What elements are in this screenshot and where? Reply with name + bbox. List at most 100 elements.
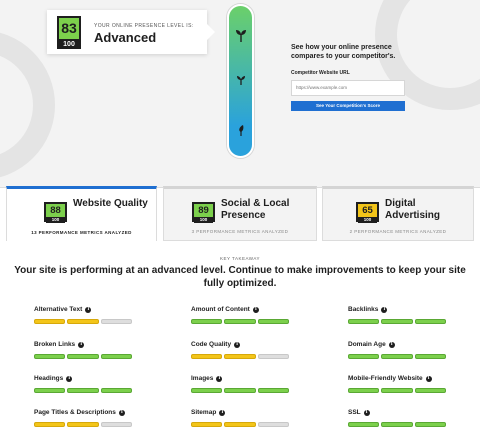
competitor-url-label: Competitor Website URL: [291, 69, 350, 76]
tab-score-badge: 88 100: [44, 202, 67, 223]
metric-headings: Headings i: [34, 375, 132, 393]
metric-score-bar: [191, 319, 289, 324]
metric-score-bar: [191, 354, 289, 359]
tab-score-max: 100: [46, 217, 65, 223]
plant-intermediate-icon: [229, 73, 252, 88]
tab-digital-advertising[interactable]: 65 100 Digital Advertising 2 PERFORMANCE…: [322, 186, 474, 241]
score-bar-segment: [381, 319, 413, 324]
metric-alternative-text: Alternative Text i: [34, 306, 132, 324]
score-bar-segment: [191, 388, 223, 393]
score-bar-segment: [348, 422, 380, 427]
metric-images: Images i: [191, 375, 289, 393]
overall-score-max: 100: [59, 39, 79, 49]
metric-name: Domain Age: [348, 341, 386, 348]
metric-score-bar: [34, 388, 132, 393]
level-value: Advanced: [94, 30, 157, 45]
score-bar-segment: [257, 388, 289, 393]
tab-social-local-presence[interactable]: 89 100 Social & Local Presence 3 PERFORM…: [163, 186, 317, 241]
info-icon[interactable]: i: [118, 410, 125, 416]
metric-code-quality: Code Quality i: [191, 341, 289, 359]
metric-name: Alternative Text: [34, 306, 83, 313]
info-icon[interactable]: i: [381, 307, 388, 313]
metric-score-bar: [191, 422, 289, 427]
score-bar-segment: [257, 319, 289, 324]
tab-score-badge: 65 100: [356, 202, 379, 223]
metric-name: Backlinks: [348, 306, 379, 313]
tab-metrics-count: 2 PERFORMANCE METRICS ANALYZED: [349, 229, 447, 234]
score-bar-segment: [224, 422, 256, 427]
metric-name: Mobile-Friendly Website: [348, 375, 423, 382]
info-icon[interactable]: i: [425, 376, 432, 382]
see-competition-score-button[interactable]: See Your Competition's Score: [291, 100, 405, 111]
plant-beginner-icon: [229, 124, 252, 139]
competitor-url-input[interactable]: [291, 79, 405, 96]
score-bar-segment: [381, 354, 413, 359]
score-bar-segment: [414, 319, 446, 324]
info-icon[interactable]: i: [388, 342, 395, 348]
overall-score-badge: 83 100: [57, 16, 81, 49]
score-bar-segment: [381, 422, 413, 427]
key-takeaway-text: Your site is performing at an advanced l…: [14, 265, 466, 289]
compare-title: See how your online presence compares to…: [291, 44, 396, 61]
score-bar-segment: [100, 319, 132, 324]
tab-metrics-count: 13 PERFORMANCE METRICS ANALYZED: [31, 230, 132, 235]
tab-website-quality[interactable]: 88 100 Website Quality 13 PERFORMANCE ME…: [6, 186, 157, 241]
score-bar-segment: [348, 388, 380, 393]
score-bar-segment: [224, 354, 256, 359]
score-bar-segment: [100, 388, 132, 393]
score-bar-segment: [348, 354, 380, 359]
metric-name: SSL: [348, 409, 361, 416]
info-icon[interactable]: i: [234, 342, 241, 348]
metric-name: Amount of Content: [191, 306, 250, 313]
score-bar-segment: [257, 422, 289, 427]
presence-level-card: 83 100 YOUR ONLINE PRESENCE LEVEL IS: Ad…: [47, 10, 215, 54]
metric-name: Code Quality: [191, 341, 232, 348]
metric-name: Sitemap: [191, 409, 217, 416]
metric-mobile-friendly-website: Mobile-Friendly Website i: [348, 375, 446, 393]
score-bar-segment: [381, 388, 413, 393]
presence-level-meter: [227, 4, 254, 158]
metric-score-bar: [348, 354, 446, 359]
metric-page-titles-descriptions: Page Titles & Descriptions i: [34, 409, 132, 427]
tab-title: Digital Advertising: [385, 198, 441, 221]
score-bar-segment: [414, 354, 446, 359]
tab-score-badge: 89 100: [192, 202, 215, 223]
score-bar-segment: [100, 354, 132, 359]
tab-score-max: 100: [194, 217, 213, 223]
score-bar-segment: [414, 388, 446, 393]
info-icon[interactable]: i: [66, 376, 73, 382]
level-label: YOUR ONLINE PRESENCE LEVEL IS:: [94, 23, 194, 29]
metric-score-bar: [34, 319, 132, 324]
key-takeaway-label: KEY TAKEAWAY: [219, 256, 261, 261]
plant-advanced-icon: [229, 28, 252, 45]
tab-metrics-count: 3 PERFORMANCE METRICS ANALYZED: [191, 229, 289, 234]
score-bar-segment: [224, 319, 256, 324]
info-icon[interactable]: i: [216, 376, 223, 382]
score-bar-segment: [348, 319, 380, 324]
metric-sitemap: Sitemap i: [191, 409, 289, 427]
score-bar-segment: [257, 354, 289, 359]
score-bar-segment: [414, 422, 446, 427]
score-bar-segment: [191, 354, 223, 359]
score-bar-segment: [67, 422, 99, 427]
tab-score: 65: [362, 205, 373, 216]
score-bar-segment: [191, 319, 223, 324]
metric-broken-links: Broken Links i: [34, 341, 132, 359]
score-bar-segment: [191, 422, 223, 427]
info-icon[interactable]: i: [219, 410, 226, 416]
metric-score-bar: [34, 354, 132, 359]
hero-section: 83 100 YOUR ONLINE PRESENCE LEVEL IS: Ad…: [0, 0, 480, 188]
metric-name: Images: [191, 375, 214, 382]
score-bar-segment: [34, 354, 66, 359]
metric-amount-of-content: Amount of Content i: [191, 306, 289, 324]
info-icon[interactable]: i: [85, 307, 92, 313]
metric-domain-age: Domain Age i: [348, 341, 446, 359]
info-icon[interactable]: i: [363, 410, 370, 416]
metric-ssl: SSL i: [348, 409, 446, 427]
metric-name: Headings: [34, 375, 64, 382]
metric-score-bar: [348, 388, 446, 393]
info-icon[interactable]: i: [252, 307, 259, 313]
info-icon[interactable]: i: [78, 342, 85, 348]
tab-score: 89: [198, 205, 209, 216]
score-bar-segment: [224, 388, 256, 393]
